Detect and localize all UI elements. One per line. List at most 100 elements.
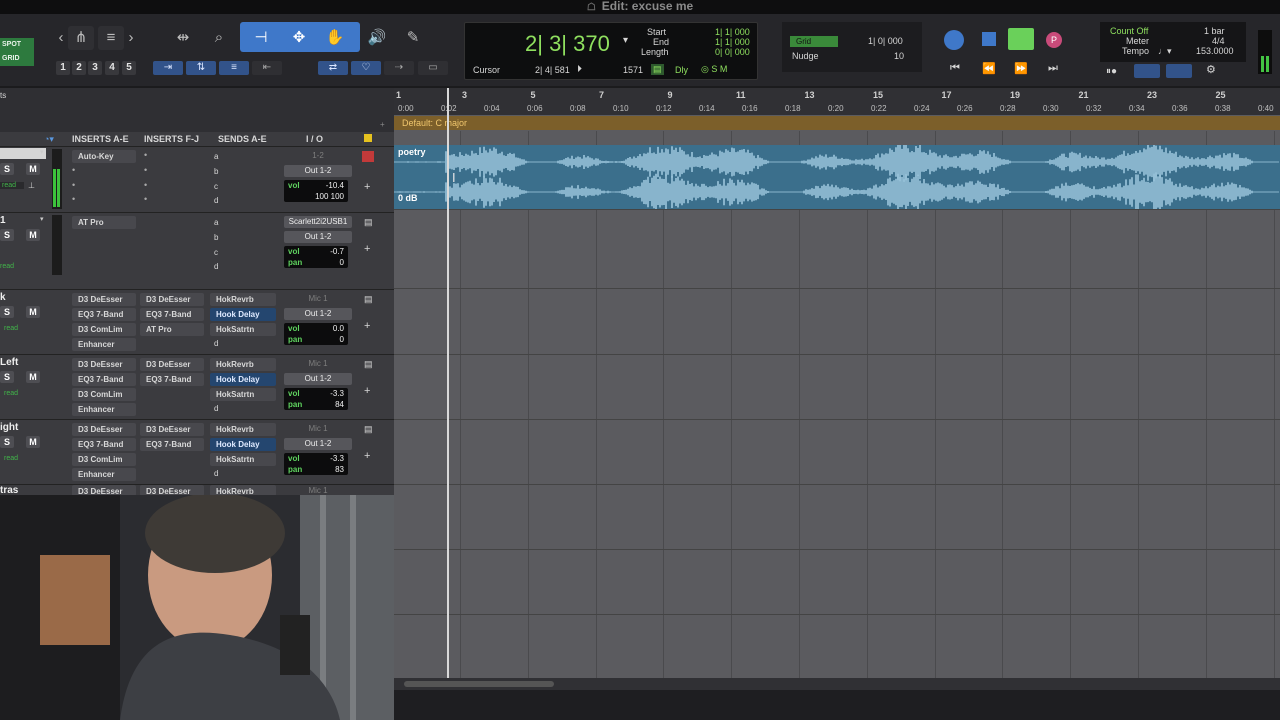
zoom-waveform-icon[interactable]: ⋔ (68, 26, 94, 50)
plus-icon[interactable]: + (364, 243, 370, 255)
length-value[interactable]: 0| 0| 000 (715, 47, 750, 57)
scroll-thumb[interactable] (404, 681, 554, 687)
vol-pan-display[interactable]: vol -10.4 100 100 (284, 180, 348, 202)
solo-button[interactable]: S (0, 306, 14, 318)
tempo-value[interactable]: 153.0000 (1196, 46, 1234, 56)
list-icon[interactable]: ▤ (364, 424, 373, 435)
automation-mode[interactable]: read (4, 325, 18, 332)
send-d[interactable]: d (214, 262, 218, 271)
play-icon[interactable] (1008, 28, 1034, 50)
mute-button[interactable]: M (26, 306, 40, 318)
chevron-left-icon[interactable]: ‹ (56, 26, 66, 50)
link-track-edit-icon[interactable]: ⇅ (186, 61, 216, 75)
go-to-end-icon[interactable]: ⏭ (1048, 62, 1058, 75)
return-to-zero-icon[interactable]: ⏮ (950, 62, 960, 75)
end-value[interactable]: 1| 1| 000 (715, 37, 750, 47)
grid-mode-button[interactable]: GRID (0, 52, 34, 66)
automation-mode[interactable]: read (4, 455, 18, 462)
send-d[interactable]: d (214, 196, 218, 205)
midi-merge-icon[interactable]: ⚙ (1206, 63, 1216, 76)
dly-button[interactable]: Dly (675, 65, 688, 75)
send-b[interactable]: b (214, 233, 218, 242)
send-b[interactable]: Hook Delay (210, 438, 276, 451)
fast-forward-icon[interactable]: ⏩ (1014, 62, 1028, 75)
solo-button[interactable]: S (0, 163, 14, 175)
insert-slot-c[interactable]: D3 ComLim (72, 388, 136, 401)
send-a[interactable]: a (214, 152, 218, 161)
key-signature-ruler[interactable]: Default: C major (394, 116, 1280, 130)
count-off[interactable]: Count Off (1110, 26, 1148, 36)
vol-pan-display[interactable]: vol -3.3 pan 84 (284, 388, 348, 410)
online-icon[interactable] (944, 30, 964, 50)
loop-icon[interactable] (1134, 64, 1160, 78)
send-c[interactable]: c (214, 248, 218, 257)
zoom-preset-2[interactable]: 2 (72, 61, 86, 75)
plus-icon[interactable]: + (364, 450, 370, 462)
mute-button[interactable]: M (26, 436, 40, 448)
send-a[interactable]: HokRevrb (210, 293, 276, 306)
output-selector[interactable]: Out 1-2 (284, 231, 352, 243)
track-name[interactable]: Left (0, 357, 18, 368)
zoom-preset-1[interactable]: 1 (56, 61, 70, 75)
send-d[interactable]: d (214, 404, 218, 413)
send-d[interactable]: d (214, 339, 218, 348)
output-selector[interactable]: Out 1-2 (284, 438, 352, 450)
automation-mode[interactable]: read (0, 182, 24, 189)
record-arm-icon[interactable] (362, 151, 374, 162)
zoom-preset-5[interactable]: 5 (122, 61, 136, 75)
plus-icon[interactable]: + (380, 120, 385, 129)
plus-icon[interactable]: + (364, 181, 370, 193)
grid-label[interactable]: Grid (790, 36, 838, 47)
stop-icon[interactable] (982, 32, 996, 46)
list-icon[interactable]: ▤ (364, 294, 373, 305)
insert-slot-d[interactable]: Enhancer (72, 338, 136, 351)
send-a[interactable]: HokRevrb (210, 358, 276, 371)
start-value[interactable]: 1| 1| 000 (715, 27, 750, 37)
vol-pan-display[interactable]: vol -3.3 pan 83 (284, 453, 348, 475)
send-c[interactable]: HokSatrtn (210, 323, 276, 336)
send-c[interactable]: HokSatrtn (210, 388, 276, 401)
insert-slot-b[interactable]: EQ3 7-Band (72, 373, 136, 386)
output-selector[interactable]: Out 1-2 (284, 165, 352, 177)
mute-button[interactable]: M (26, 371, 40, 383)
playhead-cursor[interactable] (447, 88, 449, 688)
zoom-preset-3[interactable]: 3 (88, 61, 102, 75)
grid-value[interactable]: 1| 0| 000 (868, 36, 903, 46)
automation-follows-icon[interactable]: ⇢ (384, 61, 414, 75)
pencil-tool-icon[interactable]: ✎ (400, 26, 426, 50)
automation-mode[interactable]: read (0, 263, 14, 270)
send-d[interactable]: d (214, 469, 218, 478)
zoom-preset-4[interactable]: 4 (105, 61, 119, 75)
insert-slot-a[interactable]: Auto-Key (72, 150, 136, 163)
trim-tool-icon[interactable]: ⊣ (248, 26, 274, 50)
zoomer-toggle-icon[interactable]: ⇹ (170, 26, 196, 50)
insertion-follows-icon[interactable]: ⇤ (252, 61, 282, 75)
rewind-icon[interactable]: ⏪ (982, 62, 996, 75)
output-selector[interactable]: Out 1-2 (284, 308, 352, 320)
input-selector[interactable]: Mic 1 (284, 423, 352, 435)
nudge-value[interactable]: 10 (894, 51, 904, 61)
insert-slot-f[interactable]: D3 DeEsser (140, 423, 204, 436)
insert-slot-h[interactable]: AT Pro (140, 323, 204, 336)
meter-icon[interactable]: ▤ (651, 64, 664, 75)
chevron-down-icon[interactable]: ▾ (40, 148, 44, 156)
chevron-right-icon[interactable]: › (126, 26, 136, 50)
automation-mode[interactable]: read (4, 390, 18, 397)
selector-tool-icon[interactable]: ✥ (286, 26, 312, 50)
plus-icon[interactable]: + (364, 320, 370, 332)
metronome-icon[interactable] (1166, 64, 1192, 78)
mute-button[interactable]: M (26, 229, 40, 241)
track-name[interactable]: k (0, 292, 6, 303)
cursor-sync-icon[interactable]: ⇄ (318, 61, 348, 75)
insert-slot-a[interactable]: AT Pro (72, 216, 136, 229)
insert-slot-f[interactable]: D3 DeEsser (140, 358, 204, 371)
zoom-tool-icon[interactable]: ⌕ (206, 26, 232, 50)
send-c[interactable]: HokSatrtn (210, 453, 276, 466)
input-selector[interactable]: Scarlett2i2USB1 (284, 216, 352, 228)
track-name[interactable]: 1 (0, 215, 6, 226)
insert-slot-b[interactable]: EQ3 7-Band (72, 438, 136, 451)
zoom-midi-icon[interactable]: ≡ (98, 26, 124, 50)
input-selector[interactable]: Mic 1 (284, 358, 352, 370)
send-a[interactable]: a (214, 218, 218, 227)
insert-slot-c[interactable]: D3 ComLim (72, 323, 136, 336)
